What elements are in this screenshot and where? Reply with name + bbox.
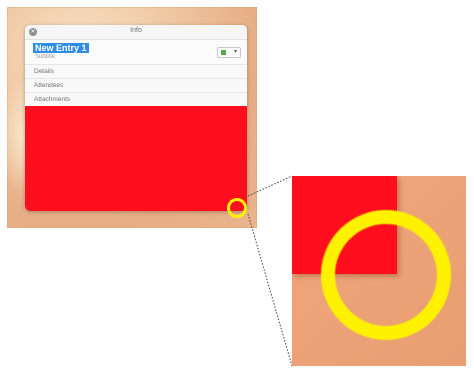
zoom-highlight-ring: [321, 210, 451, 340]
color-picker-button[interactable]: ▾: [217, 47, 241, 58]
entry-subtitle-field[interactable]: Subtitle: [35, 54, 55, 60]
section-label: Attachments: [34, 96, 71, 103]
connector-line-bottom: [247, 213, 293, 367]
info-popover: ✕ Info New Entry 1 Subtitle ▾ Details At…: [25, 25, 247, 211]
chevron-down-icon: ▾: [233, 49, 237, 55]
color-swatch-icon: [221, 50, 226, 55]
entry-name-field[interactable]: New Entry 1: [33, 43, 89, 53]
popover-titlebar: ✕ Info: [25, 25, 247, 40]
desktop-background: ✕ Info New Entry 1 Subtitle ▾ Details At…: [7, 7, 257, 228]
section-label: Details: [34, 68, 54, 75]
section-attachments[interactable]: Attachments: [25, 93, 247, 107]
section-details[interactable]: Details: [25, 65, 247, 79]
screenshot-stage: ✕ Info New Entry 1 Subtitle ▾ Details At…: [0, 0, 474, 376]
window-title: Info: [130, 27, 142, 34]
section-label: Attendees: [34, 82, 64, 89]
red-content-area: [25, 106, 247, 211]
entry-header: New Entry 1 Subtitle ▾: [25, 40, 247, 65]
zoom-panel: [292, 176, 466, 366]
section-attendees[interactable]: Attendees: [25, 79, 247, 93]
